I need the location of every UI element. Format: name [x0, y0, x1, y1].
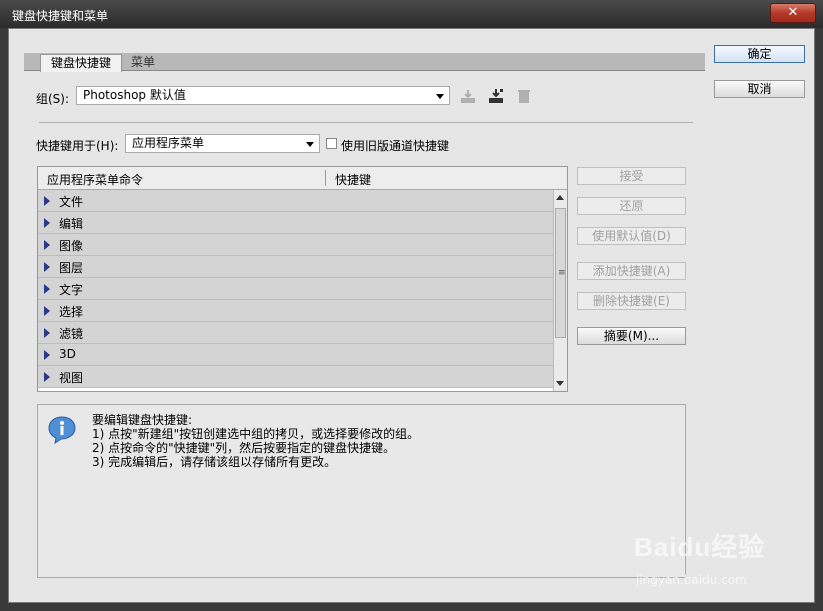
table-row[interactable]: 图像: [38, 234, 553, 256]
expand-triangle-icon[interactable]: [44, 328, 50, 338]
add-shortcut-button[interactable]: 添加快捷键(A): [577, 262, 686, 280]
chevron-down-icon: [306, 142, 314, 147]
legacy-channel-label: 使用旧版通道快捷键: [341, 139, 450, 153]
accept-button[interactable]: 接受: [577, 167, 686, 185]
set-select[interactable]: Photoshop 默认值: [76, 86, 450, 105]
table-row[interactable]: 3D: [38, 344, 553, 366]
baidu-watermark: Baidu经验: [634, 532, 766, 562]
info-line: 1) 点按"新建组"按钮创建选中组的拷贝，或选择要修改的组。: [92, 427, 420, 441]
expand-triangle-icon[interactable]: [44, 350, 50, 360]
row-label: 文字: [59, 283, 84, 297]
delete-shortcut-button[interactable]: 删除快捷键(E): [577, 292, 686, 310]
ok-button[interactable]: 确定: [714, 45, 805, 63]
row-label: 滤镜: [59, 327, 84, 341]
close-icon: ✕: [787, 5, 799, 20]
table-scrollbar[interactable]: ≡: [553, 190, 567, 391]
expand-triangle-icon[interactable]: [44, 262, 50, 272]
set-select-value: Photoshop 默认值: [83, 88, 186, 102]
expand-triangle-icon[interactable]: [44, 284, 50, 294]
expand-triangle-icon[interactable]: [44, 218, 50, 228]
shortcuts-table: 应用程序菜单命令 快捷键 文件 编辑 图像 图层 文字 选择 滤镜 3D 视图 …: [37, 166, 568, 392]
column-header-shortcut[interactable]: 快捷键: [335, 171, 371, 188]
expand-triangle-icon[interactable]: [44, 196, 50, 206]
chevron-down-icon: [436, 94, 444, 99]
info-icon: [48, 416, 76, 445]
table-row[interactable]: 视图: [38, 366, 553, 388]
undo-button[interactable]: 还原: [577, 197, 686, 215]
expand-triangle-icon[interactable]: [44, 306, 50, 316]
info-line: 要编辑键盘快捷键:: [92, 413, 193, 427]
row-label: 选择: [59, 305, 84, 319]
table-row[interactable]: 编辑: [38, 212, 553, 234]
row-label: 文件: [59, 195, 84, 209]
save-set-as-icon[interactable]: [488, 88, 504, 104]
table-header: 应用程序菜单命令 快捷键: [38, 167, 567, 190]
title-bar: 键盘快捷键和菜单 ✕: [0, 0, 823, 28]
info-text: 要编辑键盘快捷键: 1) 点按"新建组"按钮创建选中组的拷贝，或选择要修改的组。…: [92, 413, 419, 469]
info-panel: 要编辑键盘快捷键: 1) 点按"新建组"按钮创建选中组的拷贝，或选择要修改的组。…: [37, 404, 686, 578]
scroll-up-icon[interactable]: [556, 195, 564, 200]
window-title: 键盘快捷键和菜单: [12, 9, 109, 23]
column-header-command[interactable]: 应用程序菜单命令: [47, 171, 143, 188]
tab-menus[interactable]: 菜单: [121, 54, 165, 71]
table-rows: 文件 编辑 图像 图层 文字 选择 滤镜 3D 视图: [38, 190, 553, 388]
use-default-button[interactable]: 使用默认值(D): [577, 227, 686, 245]
table-row[interactable]: 选择: [38, 300, 553, 322]
scroll-down-icon[interactable]: [556, 381, 564, 386]
separator: [39, 122, 693, 123]
scroll-thumb[interactable]: ≡: [555, 208, 566, 338]
table-row[interactable]: 图层: [38, 256, 553, 278]
shortcuts-for-value: 应用程序菜单: [132, 136, 205, 150]
grip-icon: ≡: [558, 268, 566, 278]
info-line: 3) 完成编辑后，请存储该组以存储所有更改。: [92, 455, 337, 469]
info-line: 2) 点按命令的"快捷键"列，然后按要指定的键盘快捷键。: [92, 441, 396, 455]
close-button[interactable]: ✕: [770, 3, 816, 23]
table-row[interactable]: 文件: [38, 190, 553, 212]
row-label: 3D: [59, 347, 76, 361]
legacy-channel-checkbox[interactable]: [326, 138, 337, 149]
row-label: 图像: [59, 239, 84, 253]
summarize-button[interactable]: 摘要(M)...: [577, 327, 686, 345]
row-label: 视图: [59, 371, 84, 385]
cancel-button[interactable]: 取消: [714, 80, 805, 98]
watermark-url: jingyan.baidu.com: [636, 573, 747, 587]
row-label: 图层: [59, 261, 84, 275]
dialog-body: 键盘快捷键 菜单 组(S): Photoshop 默认值 快捷键用于(H): 应…: [8, 28, 815, 603]
save-set-icon[interactable]: [460, 88, 476, 104]
table-row[interactable]: 滤镜: [38, 322, 553, 344]
shortcuts-for-label: 快捷键用于(H):: [36, 139, 119, 153]
table-row[interactable]: 文字: [38, 278, 553, 300]
expand-triangle-icon[interactable]: [44, 240, 50, 250]
expand-triangle-icon[interactable]: [44, 372, 50, 382]
set-label: 组(S):: [36, 92, 70, 106]
tab-keyboard-shortcuts[interactable]: 键盘快捷键: [40, 54, 123, 72]
delete-set-icon[interactable]: [516, 88, 532, 104]
tab-divider: [24, 70, 705, 71]
shortcuts-for-select[interactable]: 应用程序菜单: [125, 134, 320, 153]
row-label: 编辑: [59, 217, 84, 231]
column-divider: [325, 170, 326, 186]
